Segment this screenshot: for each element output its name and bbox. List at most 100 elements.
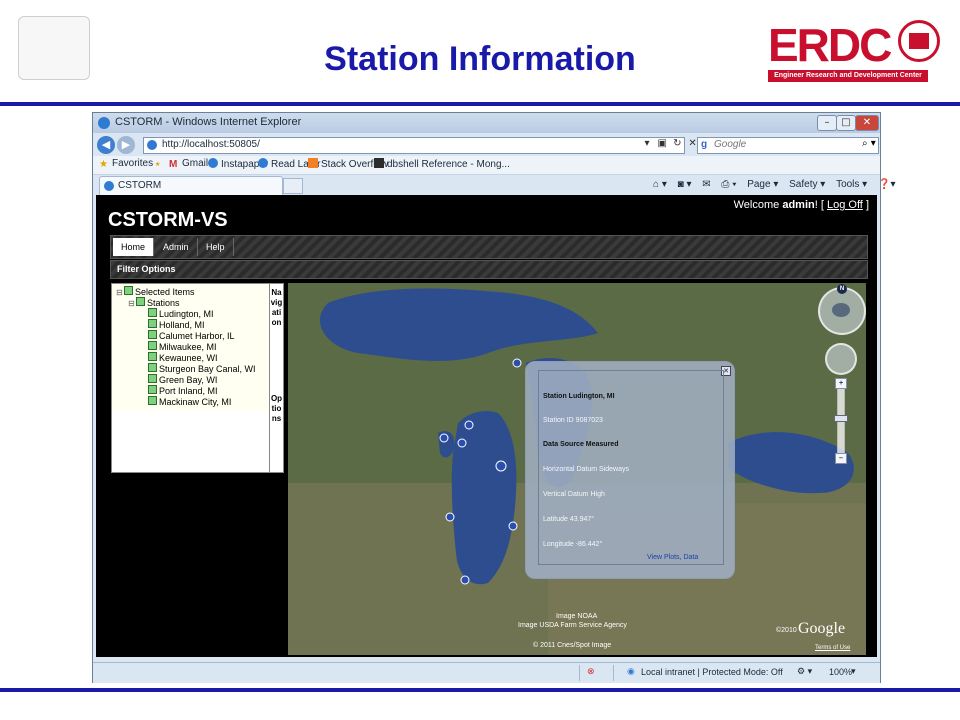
- mail-icon[interactable]: ✉: [702, 179, 710, 190]
- tree-station-item[interactable]: Sturgeon Bay Canal, WI: [148, 363, 256, 374]
- zoom-slider-thumb[interactable]: [834, 415, 848, 422]
- new-tab-button[interactable]: [283, 178, 303, 194]
- tab-cstorm[interactable]: CSTORM: [99, 176, 283, 195]
- tree-station-item[interactable]: Green Bay, WI: [148, 374, 217, 385]
- compatibility-icon[interactable]: ▣: [656, 138, 668, 149]
- station-marker[interactable]: [439, 433, 449, 443]
- map-navigation-control[interactable]: N: [818, 284, 866, 335]
- menu-tab-admin[interactable]: Admin: [155, 238, 198, 256]
- safety-menu[interactable]: Safety ▾: [789, 179, 825, 190]
- checkbox-icon[interactable]: [148, 319, 157, 328]
- welcome-suffix: ! [: [814, 199, 824, 211]
- zoom-in-button[interactable]: +: [835, 378, 847, 389]
- feeds-icon[interactable]: ◙ ▾: [678, 179, 692, 190]
- forward-button[interactable]: ▶: [117, 136, 135, 154]
- search-icon[interactable]: ⌕ ▾: [862, 138, 876, 149]
- terms-of-use-link[interactable]: Terms of Use: [815, 645, 850, 651]
- dropdown-icon[interactable]: ▾: [641, 138, 653, 149]
- look-control-icon[interactable]: [832, 303, 850, 317]
- north-icon[interactable]: N: [837, 284, 847, 294]
- popup-data-source: Data Source Measured: [543, 441, 619, 448]
- zoom-level[interactable]: 100%: [829, 667, 852, 677]
- window-title: CSTORM - Windows Internet Explorer: [115, 116, 302, 128]
- station-marker-selected[interactable]: [495, 460, 507, 472]
- search-box[interactable]: g ⌕ ▾: [697, 137, 879, 154]
- tree-content: ⊟ Selected Items ⊟ Stations Ludington, MI …: [112, 284, 269, 411]
- tree-station-item[interactable]: Calumet Harbor, IL: [148, 330, 235, 341]
- view-plots-data-link[interactable]: View Plots, Data: [647, 554, 698, 561]
- station-marker[interactable]: [457, 438, 467, 448]
- favorite-link-dbshell[interactable]: dbshell Reference - Mong...: [374, 158, 510, 170]
- tree-station-item[interactable]: Port Inland, MI: [148, 385, 218, 396]
- filter-options-label: Filter Options: [117, 264, 176, 274]
- page-menu[interactable]: Page ▾: [747, 179, 778, 190]
- checkbox-icon[interactable]: [148, 385, 157, 394]
- google-search-icon: g: [701, 139, 708, 150]
- station-marker[interactable]: [464, 420, 474, 430]
- tools-menu[interactable]: Tools ▾: [836, 179, 867, 190]
- checkbox-icon[interactable]: [148, 341, 157, 350]
- search-input[interactable]: [712, 138, 854, 151]
- tree-station-item[interactable]: Holland, MI: [148, 319, 205, 330]
- map-attribution-noaa: Image NOAA: [556, 613, 598, 620]
- welcome-close: ]: [865, 199, 869, 211]
- print-icon[interactable]: ⎙ ▾: [721, 179, 736, 190]
- map-pan-control[interactable]: [825, 343, 857, 375]
- tree-station-item[interactable]: Kewaunee, WI: [148, 352, 218, 363]
- filter-options-bar[interactable]: Filter Options: [110, 260, 868, 279]
- checkbox-icon[interactable]: [136, 297, 145, 306]
- refresh-icon[interactable]: ↻: [671, 138, 683, 149]
- home-icon[interactable]: ⌂ ▾: [653, 179, 667, 190]
- checkbox-icon[interactable]: [124, 286, 133, 295]
- menu-tab-help[interactable]: Help: [198, 238, 234, 256]
- address-bar[interactable]: http://localhost:50805/: [143, 137, 685, 154]
- minimize-button[interactable]: –: [817, 115, 837, 131]
- collapse-icon[interactable]: ⊟: [128, 299, 136, 308]
- privacy-icon[interactable]: ⊗: [587, 666, 595, 677]
- logoff-link[interactable]: Log Off: [827, 199, 863, 211]
- popup-vertical-datum: Vertical Datum High: [543, 491, 605, 498]
- favorites-button[interactable]: ★ Favorites: [99, 158, 153, 170]
- station-marker[interactable]: [445, 512, 455, 522]
- checkbox-icon[interactable]: [148, 330, 157, 339]
- back-button[interactable]: ◀: [97, 136, 115, 154]
- map-copyright-year: ©2010: [776, 627, 797, 634]
- help-icon[interactable]: ❓▾: [878, 179, 895, 190]
- collapse-icon[interactable]: ⊟: [116, 288, 124, 297]
- close-window-button[interactable]: ✕: [855, 115, 879, 131]
- ie-page-icon: [104, 181, 114, 191]
- address-tools: ▾ ▣ ↻ ✕: [641, 138, 699, 149]
- status-separator: [613, 665, 614, 681]
- checkbox-icon[interactable]: [148, 396, 157, 405]
- tree-node-selected-items[interactable]: ⊟ Selected Items: [116, 286, 195, 297]
- checkbox-icon[interactable]: [148, 374, 157, 383]
- map-attribution-cnes: © 2011 Cnes/Spot Image: [533, 642, 612, 649]
- welcome-message: Welcome admin! [ Log Off ]: [734, 199, 869, 211]
- tree-station-item[interactable]: Mackinaw City, MI: [148, 396, 231, 407]
- satellite-map[interactable]: ✕ Station Ludington, MI Station ID 90870…: [288, 283, 866, 655]
- favorites-bar: ★ Favorites ⭑ M Gmail Instapaper Read Late…: [93, 156, 880, 175]
- checkbox-icon[interactable]: [148, 352, 157, 361]
- checkbox-icon[interactable]: [148, 308, 157, 317]
- checkbox-icon[interactable]: [148, 363, 157, 372]
- station-marker[interactable]: [512, 358, 522, 368]
- browser-window: CSTORM - Windows Internet Explorer – □ ✕…: [92, 112, 895, 683]
- add-favorite-icon[interactable]: ⭑: [155, 158, 168, 170]
- menu-tab-home[interactable]: Home: [113, 238, 155, 256]
- tree-station-item[interactable]: Ludington, MI: [148, 308, 214, 319]
- protected-mode-icon[interactable]: ⚙ ▾: [797, 666, 812, 677]
- favorite-link-gmail[interactable]: M Gmail: [169, 158, 208, 170]
- maximize-button[interactable]: □: [836, 115, 856, 131]
- tree-station-item[interactable]: Milwaukee, MI: [148, 341, 217, 352]
- slide-divider-top: [0, 102, 960, 106]
- navigation-options-toggle[interactable]: Navigation Options: [269, 283, 284, 473]
- page-icon: [147, 140, 157, 150]
- tree-node-stations[interactable]: ⊟ Stations: [128, 297, 180, 308]
- zoom-out-button[interactable]: –: [835, 453, 847, 464]
- address-url[interactable]: http://localhost:50805/: [162, 139, 260, 150]
- zoom-dropdown-icon[interactable]: ▾: [851, 666, 856, 677]
- map-attribution-usda: Image USDA Farm Service Agency: [518, 622, 627, 629]
- station-marker[interactable]: [508, 521, 518, 531]
- station-marker[interactable]: [460, 575, 470, 585]
- dbshell-icon: [374, 158, 384, 168]
